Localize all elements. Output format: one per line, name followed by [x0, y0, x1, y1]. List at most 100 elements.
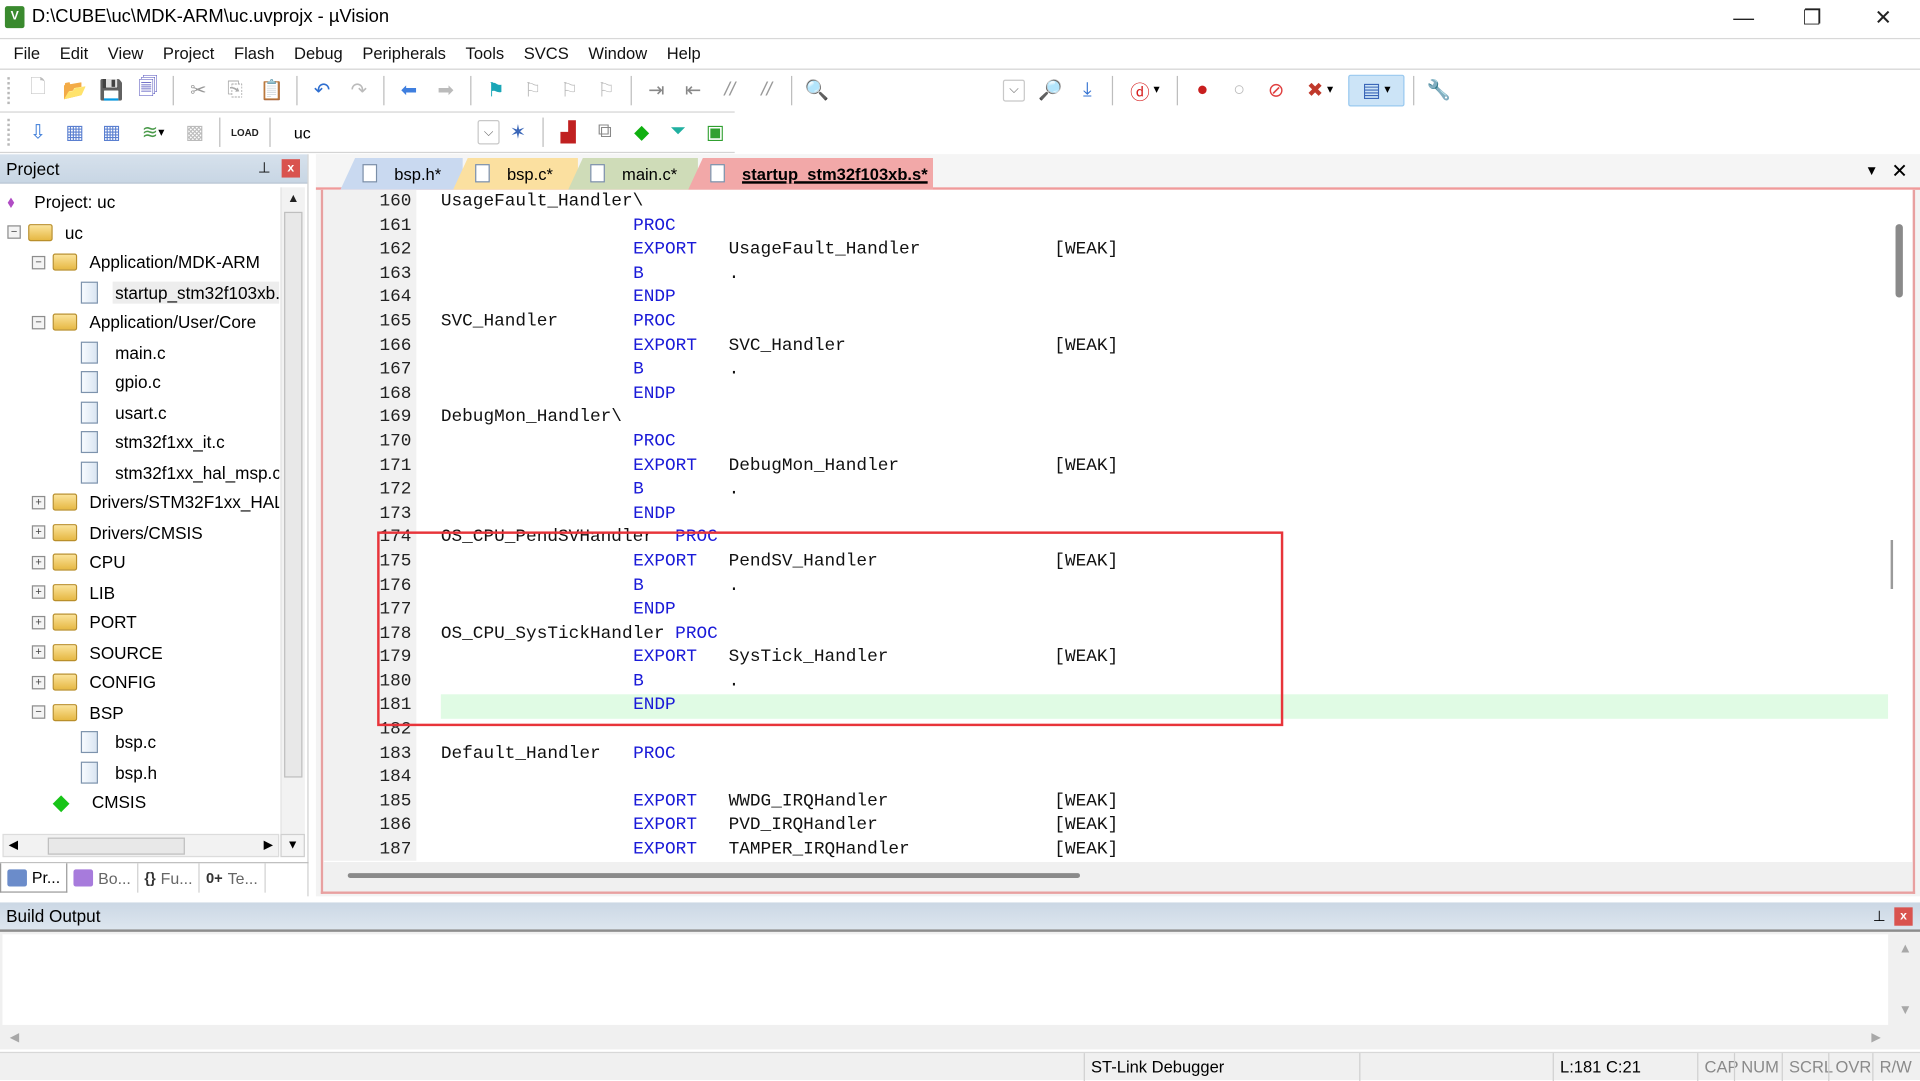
previous-bookmark-button[interactable]: ⚐: [517, 74, 549, 106]
scroll-down-arrow-icon[interactable]: ▼: [1899, 1003, 1912, 1018]
panel-tab-functions[interactable]: {} Fu...: [138, 863, 200, 893]
tree-item[interactable]: startup_stm32f103xb.s: [0, 277, 280, 307]
chevron-down-icon[interactable]: ▾: [1327, 83, 1333, 96]
chevron-down-icon[interactable]: ▾: [1153, 83, 1159, 96]
expand-icon[interactable]: +: [31, 615, 46, 630]
toolbar-grip[interactable]: [7, 76, 12, 104]
clear-bookmarks-button[interactable]: ⚐: [590, 74, 622, 106]
expand-icon[interactable]: +: [31, 525, 46, 540]
options-for-target-button[interactable]: ✶: [502, 116, 534, 148]
editor-tab-startup-stm32f103xb-s[interactable]: startup_stm32f103xb.s*: [688, 157, 934, 190]
incremental-find-button[interactable]: ⤓: [1071, 74, 1103, 106]
select-packs-button[interactable]: ⧉: [589, 116, 621, 148]
scrollbar-thumb[interactable]: [347, 873, 1081, 878]
chevron-down-icon[interactable]: ▼: [280, 833, 305, 858]
tree-item[interactable]: + Drivers/STM32F1xx_HAL_Driver: [0, 487, 279, 517]
find-button[interactable]: 🔎: [1035, 74, 1067, 106]
scroll-left-arrow-icon[interactable]: ◀: [9, 839, 18, 852]
find-in-files-button[interactable]: 🔍: [801, 74, 833, 106]
scroll-up-arrow-icon[interactable]: ▲: [1899, 942, 1912, 957]
tree-item[interactable]: − Application/User/Core: [0, 307, 279, 337]
code-line[interactable]: 168 ENDP: [323, 383, 1888, 407]
editor-tab-bsp-h[interactable]: bsp.h*: [340, 157, 463, 190]
menu-edit[interactable]: Edit: [50, 44, 98, 62]
close-tab-icon[interactable]: ✕: [1891, 159, 1907, 183]
code-line[interactable]: 178 OS_CPU_SysTickHandler PROC: [323, 623, 1888, 647]
scrollbar-thumb[interactable]: [47, 837, 185, 855]
menu-peripherals[interactable]: Peripherals: [353, 44, 456, 62]
code-lines[interactable]: 160 UsageFault_Handler\ 161 PROC 162 EXPORT Us…: [323, 191, 1889, 862]
disable-all-breakpoints-button[interactable]: ⊘: [1260, 74, 1292, 106]
code-line[interactable]: 174 OS_CPU_PendSVHandler PROC: [323, 527, 1888, 551]
rebuild-button[interactable]: ▦: [96, 116, 128, 148]
project-panel-close-icon[interactable]: x: [281, 159, 301, 178]
batch-build-button[interactable]: ≋ ▾: [132, 116, 174, 148]
code-line[interactable]: 185 EXPORT WWDG_IRQHandler [WEAK]: [323, 791, 1888, 815]
tree-item[interactable]: ⬧ Project: uc: [0, 187, 279, 217]
scroll-right-arrow-icon[interactable]: ▶: [264, 839, 273, 852]
code-line[interactable]: 161 PROC: [323, 215, 1888, 239]
code-line[interactable]: 183 Default_Handler PROC: [323, 743, 1888, 767]
build-output-vertical-scrollbar[interactable]: ▲ ▼: [1893, 934, 1917, 1025]
menu-project[interactable]: Project: [153, 44, 224, 62]
code-line[interactable]: 184: [323, 767, 1888, 791]
code-line[interactable]: 179 EXPORT SysTick_Handler [WEAK]: [323, 647, 1888, 671]
code-line[interactable]: 164 ENDP: [323, 287, 1888, 311]
uncomment-button[interactable]: //: [751, 74, 783, 106]
code-line[interactable]: 186 EXPORT PVD_IRQHandler [WEAK]: [323, 815, 1888, 839]
chevron-down-icon[interactable]: ▾: [1384, 83, 1390, 96]
tree-item[interactable]: + PORT: [0, 607, 279, 637]
manage-rte-button[interactable]: ◆: [626, 116, 658, 148]
menu-debug[interactable]: Debug: [284, 44, 352, 62]
unindent-button[interactable]: ⇤: [677, 74, 709, 106]
build-output-horizontal-scrollbar[interactable]: ◀ ▶: [2, 1026, 1888, 1048]
code-line[interactable]: 187 EXPORT TAMPER_IRQHandler [WEAK]: [323, 839, 1888, 862]
tree-item[interactable]: − Application/MDK-ARM: [0, 247, 279, 277]
expand-icon[interactable]: +: [31, 585, 46, 600]
scroll-up-arrow-icon[interactable]: ▲: [282, 187, 305, 209]
pin-icon[interactable]: ⊥: [1873, 907, 1886, 924]
current-code-line[interactable]: 181 ENDP: [323, 694, 1889, 719]
pack-installer-button[interactable]: ▣: [699, 116, 731, 148]
code-line[interactable]: 169 DebugMon_Handler\: [323, 407, 1888, 431]
scroll-right-arrow-icon[interactable]: ▶: [1871, 1030, 1880, 1043]
insert-breakpoint-button[interactable]: ●: [1187, 74, 1219, 106]
insert-bookmark-button[interactable]: ⚑: [480, 74, 512, 106]
collapse-icon[interactable]: −: [31, 705, 46, 720]
tree-item[interactable]: − BSP: [0, 697, 279, 727]
editor-tab-main-c[interactable]: main.c*: [568, 157, 698, 190]
tree-item[interactable]: bsp.c: [0, 727, 279, 757]
menu-help[interactable]: Help: [657, 44, 711, 62]
kill-all-breakpoints-button[interactable]: ✖ ▾: [1297, 74, 1344, 106]
editor-tab-bsp-c[interactable]: bsp.c*: [453, 157, 578, 190]
expand-icon[interactable]: +: [31, 555, 46, 570]
menu-file[interactable]: File: [4, 44, 50, 62]
expand-icon[interactable]: +: [31, 675, 46, 690]
code-editor[interactable]: 160 UsageFault_Handler\ 161 PROC 162 EXPORT Us…: [320, 189, 1916, 894]
scroll-left-arrow-icon[interactable]: ◀: [10, 1030, 19, 1043]
project-tree-vertical-scrollbar[interactable]: ▲: [280, 187, 305, 837]
debug-session-button[interactable]: ⓓ ▾: [1122, 74, 1169, 106]
pin-icon[interactable]: ⊥: [258, 159, 271, 176]
tree-item[interactable]: stm32f1xx_it.c: [0, 427, 279, 457]
build-output-text[interactable]: [2, 934, 1889, 1025]
comment-button[interactable]: //: [714, 74, 746, 106]
tree-item[interactable]: ◆ CMSIS: [0, 787, 279, 817]
code-line[interactable]: 173 ENDP: [323, 503, 1888, 527]
download-button[interactable]: LOAD: [229, 116, 261, 148]
undo-button[interactable]: ↶: [306, 74, 338, 106]
expand-icon[interactable]: +: [31, 645, 46, 660]
stop-build-button[interactable]: ▩: [179, 116, 211, 148]
paste-button[interactable]: 📋: [256, 74, 288, 106]
menu-flash[interactable]: Flash: [224, 44, 284, 62]
chevron-down-icon[interactable]: ▾: [158, 126, 164, 139]
editor-horizontal-scrollbar[interactable]: [323, 862, 1913, 892]
code-line[interactable]: 167 B.: [323, 359, 1888, 383]
restore-button[interactable]: ❐: [1778, 0, 1847, 37]
code-line[interactable]: 170 PROC: [323, 431, 1888, 455]
editor-vertical-scrollbar[interactable]: [1888, 190, 1910, 861]
tree-item[interactable]: + SOURCE: [0, 637, 279, 667]
new-file-button[interactable]: 🗋: [22, 74, 54, 106]
menu-window[interactable]: Window: [579, 44, 657, 62]
tree-item[interactable]: + CPU: [0, 547, 279, 577]
